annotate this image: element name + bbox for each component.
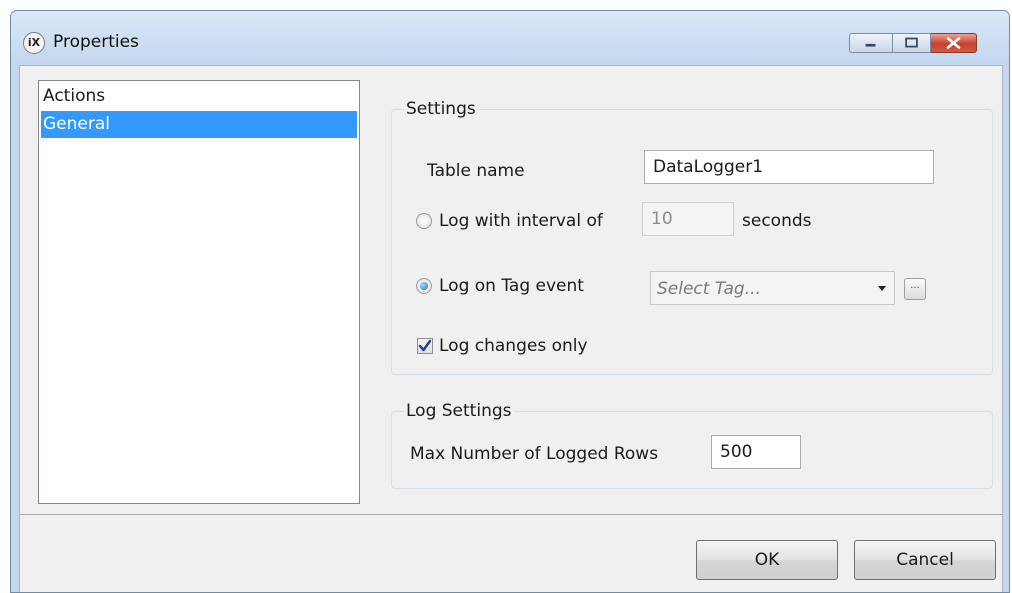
log-settings-group-label: Log Settings bbox=[404, 401, 514, 421]
cancel-button[interactable]: Cancel bbox=[854, 540, 996, 580]
tag-event-radio[interactable] bbox=[416, 278, 432, 294]
category-list[interactable]: Actions General bbox=[38, 80, 360, 504]
log-changes-label[interactable]: Log changes only bbox=[439, 336, 588, 356]
minimize-button[interactable] bbox=[849, 33, 893, 53]
list-item-general[interactable]: General bbox=[41, 111, 357, 138]
max-rows-field[interactable]: 500 bbox=[711, 435, 801, 469]
chevron-down-icon bbox=[878, 286, 886, 291]
tag-select-placeholder: Select Tag... bbox=[657, 279, 761, 299]
interval-radio-label[interactable]: Log with interval of bbox=[439, 211, 603, 231]
ok-button[interactable]: OK bbox=[696, 540, 838, 580]
title-bar[interactable]: iX Properties bbox=[11, 11, 1009, 65]
close-button[interactable] bbox=[931, 33, 977, 53]
checkmark-icon bbox=[418, 339, 432, 352]
tag-event-radio-label[interactable]: Log on Tag event bbox=[439, 276, 584, 296]
interval-field[interactable]: 10 bbox=[642, 202, 734, 236]
tag-select-dropdown[interactable]: Select Tag... bbox=[650, 271, 895, 305]
footer-divider bbox=[20, 514, 1002, 515]
window-title: Properties bbox=[53, 32, 139, 52]
table-name-field[interactable]: DataLogger1 bbox=[644, 150, 934, 184]
app-icon: iX bbox=[23, 32, 45, 54]
log-changes-checkbox[interactable] bbox=[417, 338, 433, 354]
minimize-icon bbox=[865, 43, 876, 47]
table-name-label: Table name bbox=[427, 161, 525, 181]
close-icon bbox=[946, 37, 961, 49]
max-rows-label: Max Number of Logged Rows bbox=[410, 444, 659, 464]
interval-unit-label: seconds bbox=[742, 211, 812, 231]
list-item-actions[interactable]: Actions bbox=[41, 83, 357, 110]
browse-tag-button[interactable]: ... bbox=[904, 278, 926, 300]
properties-dialog: iX Properties Actions General Settings T… bbox=[10, 10, 1010, 593]
settings-group-label: Settings bbox=[404, 99, 478, 119]
maximize-button[interactable] bbox=[893, 33, 931, 53]
maximize-icon bbox=[905, 37, 918, 48]
interval-radio[interactable] bbox=[416, 213, 432, 229]
dialog-content: Actions General Settings Table name Data… bbox=[19, 65, 1003, 592]
